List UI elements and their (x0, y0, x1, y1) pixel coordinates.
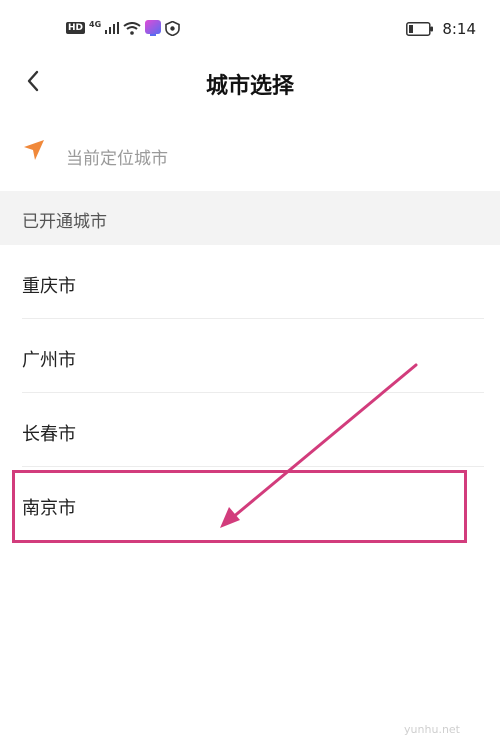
status-icons-right: 8:14 (406, 20, 476, 38)
highlight-annotation-box (12, 470, 467, 543)
battery-icon (406, 22, 434, 36)
section-title: 已开通城市 (22, 212, 107, 232)
watermark: yunhu.net (404, 723, 460, 736)
city-label: 长春市 (22, 424, 76, 445)
nav-bar: 城市选择 (0, 62, 500, 102)
status-bar: HD 4G 8:14 (0, 0, 500, 62)
city-item-chongqing[interactable]: 重庆市 (0, 245, 500, 319)
page-title: 城市选择 (205, 74, 294, 99)
city-label: 重庆市 (22, 276, 76, 297)
current-location-row[interactable]: 当前定位城市 (0, 132, 500, 182)
city-item-guangzhou[interactable]: 广州市 (0, 319, 500, 393)
location-arrow-icon (24, 140, 44, 160)
shield-app-icon (165, 20, 180, 36)
current-location-label: 当前定位城市 (66, 149, 168, 169)
clock-time: 8:14 (442, 20, 476, 38)
city-label: 广州市 (22, 350, 76, 371)
status-icons-left: HD 4G (66, 20, 180, 36)
wifi-icon (123, 21, 141, 35)
hd-badge: HD (66, 22, 86, 34)
network-type-label: 4G (89, 19, 102, 29)
city-item-changchun[interactable]: 长春市 (0, 393, 500, 467)
signal-icon (105, 22, 120, 34)
section-header: 已开通城市 (0, 191, 500, 245)
app-notification-icon (145, 20, 162, 36)
